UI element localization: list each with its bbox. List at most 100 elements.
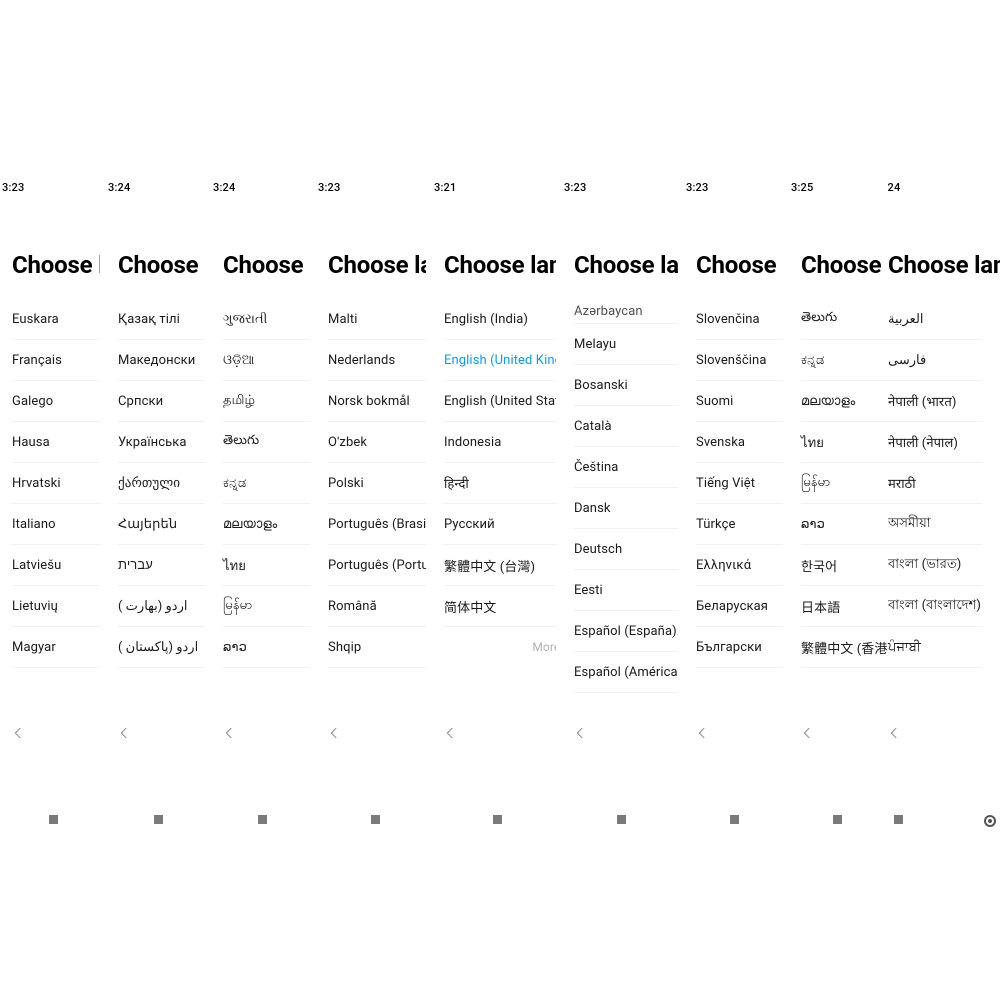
back-icon[interactable] <box>799 725 819 745</box>
language-item[interactable]: Català <box>574 406 678 447</box>
language-item[interactable]: Hrvatski <box>12 463 100 504</box>
language-item[interactable]: Slovenščina <box>696 340 783 381</box>
language-item[interactable]: Deutsch <box>574 529 678 570</box>
language-item[interactable]: O'zbek <box>328 422 426 463</box>
language-item[interactable]: Română <box>328 586 426 627</box>
language-item[interactable]: Slovenčina <box>696 299 783 340</box>
recent-apps-icon[interactable] <box>493 815 502 824</box>
language-item[interactable]: Српски <box>118 381 205 422</box>
language-item[interactable]: Nederlands <box>328 340 426 381</box>
language-item[interactable]: Español (España) <box>574 611 678 652</box>
more-languages[interactable]: More languages <box>444 627 556 667</box>
language-item[interactable]: తెలుగు <box>801 299 888 340</box>
language-item[interactable]: ಕನ್ನಡ <box>801 340 888 381</box>
language-item[interactable]: Suomi <box>696 381 783 422</box>
recent-apps-icon[interactable] <box>258 815 267 824</box>
language-item[interactable]: မြန်မာ <box>801 463 888 504</box>
language-item[interactable]: Ελληνικά <box>696 545 783 586</box>
back-icon[interactable] <box>221 725 241 745</box>
language-item[interactable]: Українська <box>118 422 205 463</box>
language-item[interactable]: Norsk bokmål <box>328 381 426 422</box>
language-item[interactable]: తెలుగు <box>223 422 310 463</box>
language-item[interactable]: മലയാളം <box>223 504 310 545</box>
back-icon[interactable] <box>326 725 346 745</box>
recent-apps-icon[interactable] <box>617 815 626 824</box>
back-icon[interactable] <box>10 725 30 745</box>
home-icon[interactable] <box>984 815 996 827</box>
language-item[interactable]: עברית <box>118 545 205 586</box>
language-item[interactable]: 한국어 <box>801 545 888 586</box>
language-item[interactable]: Français <box>12 340 100 381</box>
language-item[interactable]: ಕನ್ನಡ <box>223 463 310 504</box>
language-item[interactable]: ਪੰਜਾਬੀ <box>888 627 982 668</box>
language-item[interactable]: Lietuvių <box>12 586 100 627</box>
language-item[interactable]: Қазақ тілі <box>118 299 205 340</box>
language-item[interactable]: English (United Kingdom) <box>444 340 556 381</box>
language-item[interactable]: Euskara <box>12 299 100 340</box>
language-item[interactable]: বাংলা (ভারত) <box>888 545 982 586</box>
language-item[interactable]: Latviešu <box>12 545 100 586</box>
language-item[interactable]: ქართული <box>118 463 205 504</box>
language-item[interactable]: Русский <box>444 504 556 545</box>
language-item[interactable]: မြန်မာ <box>223 586 310 627</box>
language-item[interactable]: हिन्दी <box>444 463 556 504</box>
recent-apps-icon[interactable] <box>833 815 842 824</box>
language-item[interactable]: Հայերեն <box>118 504 205 545</box>
language-item[interactable]: Shqip <box>328 627 426 668</box>
language-item[interactable]: Malti <box>328 299 426 340</box>
language-item[interactable]: Беларуская <box>696 586 783 627</box>
language-item[interactable]: বাংলা (বাংলাদেশ) <box>888 586 982 627</box>
recent-apps-icon[interactable] <box>371 815 380 824</box>
back-icon[interactable] <box>116 725 136 745</box>
language-item[interactable]: नेपाली (भारत) <box>888 381 982 422</box>
language-item[interactable]: Български <box>696 627 783 668</box>
language-item[interactable]: Tiếng Việt <box>696 463 783 504</box>
language-item[interactable]: فارسی <box>888 340 982 381</box>
language-item[interactable]: Español (América) <box>574 652 678 693</box>
language-item[interactable]: Türkçe <box>696 504 783 545</box>
language-item[interactable]: 繁體中文 (台灣) <box>444 545 556 586</box>
language-item[interactable]: नेपाली (नेपाल) <box>888 422 982 463</box>
language-item[interactable]: اردو (بھارت ) <box>118 586 205 627</box>
recent-apps-icon[interactable] <box>49 815 58 824</box>
language-item[interactable]: ລາວ <box>223 627 310 668</box>
language-item[interactable]: অসমীয়া <box>888 504 982 545</box>
language-item[interactable]: 繁體中文 (香港) <box>801 627 888 668</box>
language-item[interactable]: ไทย <box>223 545 310 586</box>
language-item[interactable]: Magyar <box>12 627 100 668</box>
language-item[interactable]: English (India) <box>444 299 556 340</box>
back-icon[interactable] <box>888 725 906 745</box>
language-item[interactable]: Eesti <box>574 570 678 611</box>
back-icon[interactable] <box>572 725 592 745</box>
language-item[interactable]: ไทย <box>801 422 888 463</box>
language-item[interactable]: Hausa <box>12 422 100 463</box>
language-item[interactable]: ଓଡ଼ିଆ <box>223 340 310 381</box>
language-item[interactable]: Azərbaycan <box>574 299 678 324</box>
recent-apps-icon[interactable] <box>894 815 903 824</box>
recent-apps-icon[interactable] <box>154 815 163 824</box>
language-item[interactable]: ગુજરાતી <box>223 299 310 340</box>
language-item[interactable]: मराठी <box>888 463 982 504</box>
language-item[interactable]: Português (Brasil) <box>328 504 426 545</box>
language-item[interactable]: Indonesia <box>444 422 556 463</box>
language-item[interactable]: Dansk <box>574 488 678 529</box>
language-item[interactable]: Português (Portugal) <box>328 545 426 586</box>
language-item[interactable]: English (United States) <box>444 381 556 422</box>
back-icon[interactable] <box>442 725 462 745</box>
language-item[interactable]: Македонски <box>118 340 205 381</box>
language-item[interactable]: Svenska <box>696 422 783 463</box>
language-item[interactable]: العربية <box>888 299 982 340</box>
language-item[interactable]: Čeština <box>574 447 678 488</box>
language-item[interactable]: Galego <box>12 381 100 422</box>
language-item[interactable]: ລາວ <box>801 504 888 545</box>
language-item[interactable]: 简体中文 <box>444 586 556 627</box>
language-item[interactable]: Polski <box>328 463 426 504</box>
language-item[interactable]: Italiano <box>12 504 100 545</box>
language-item[interactable]: 日本語 <box>801 586 888 627</box>
back-icon[interactable] <box>694 725 714 745</box>
language-item[interactable]: മലയാളം <box>801 381 888 422</box>
language-item[interactable]: தமிழ் <box>223 381 310 422</box>
language-item[interactable]: Melayu <box>574 324 678 365</box>
language-item[interactable]: اردو (پاکستان ) <box>118 627 205 668</box>
recent-apps-icon[interactable] <box>730 815 739 824</box>
